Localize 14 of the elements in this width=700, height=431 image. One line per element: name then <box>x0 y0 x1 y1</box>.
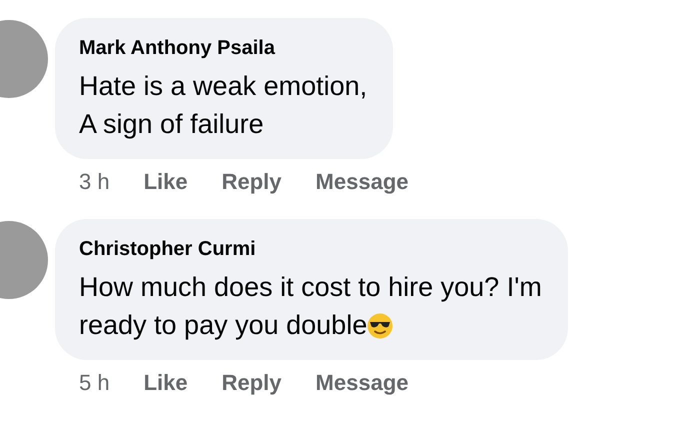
comment-action-link[interactable]: Like <box>144 370 188 396</box>
commenter-name[interactable]: Christopher Curmi <box>79 236 256 262</box>
comment-action-link[interactable]: Message <box>316 370 408 396</box>
comment-text-line: A sign of failure <box>79 109 264 139</box>
comment-time[interactable]: 3 h <box>79 169 110 195</box>
commenter-name[interactable]: Mark Anthony Psaila <box>79 35 275 61</box>
comment-time[interactable]: 5 h <box>79 370 110 396</box>
comment-text-line: ready to pay you double <box>79 310 368 340</box>
comment-action-link[interactable]: Message <box>316 169 408 195</box>
comment-action-link[interactable]: Like <box>144 169 188 195</box>
comment-action-link[interactable]: Reply <box>222 169 282 195</box>
comment-action-link[interactable]: Reply <box>222 370 282 396</box>
comment-text-line: Hate is a weak emotion, <box>79 71 368 101</box>
comment-text-line: How much does it cost to hire you? I'm <box>79 272 542 302</box>
